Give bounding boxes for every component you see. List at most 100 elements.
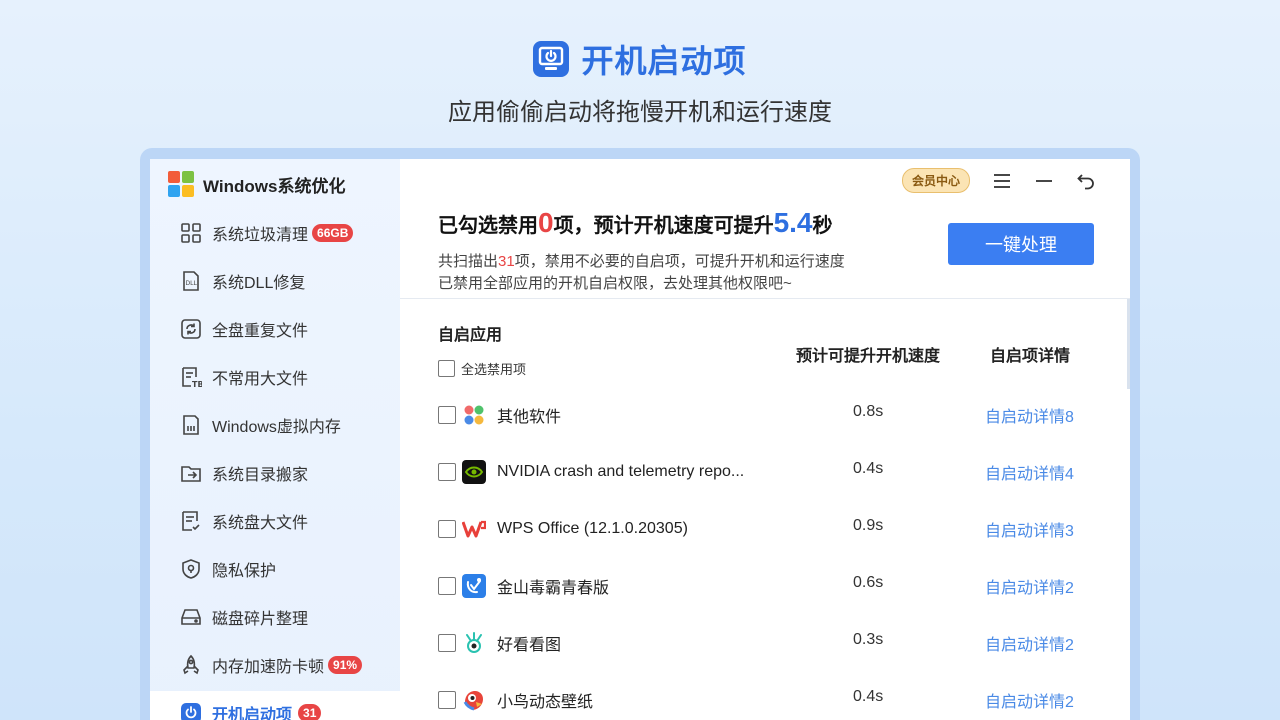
app-name: 金山毒霸青春版 xyxy=(497,580,610,597)
sidebar-item-duplicate-files[interactable]: 全盘重复文件 xyxy=(150,307,400,351)
headline-prefix: 已勾选禁用 xyxy=(438,215,538,237)
menu-icon[interactable] xyxy=(992,171,1012,191)
power-monitor-icon xyxy=(533,41,570,77)
sidebar-item-dll-repair[interactable]: DLL 系统DLL修复 xyxy=(150,259,400,303)
row-checkbox[interactable] xyxy=(438,406,456,424)
sidebar-item-startup[interactable]: 开机启动项 31 xyxy=(150,691,400,720)
speed-value: 0.8s xyxy=(853,403,884,420)
sidebar-item-junk-clean[interactable]: 系统垃圾清理 66GB xyxy=(150,211,400,255)
main-panel: 会员中心 已勾选禁用 0 项，预计开机速度可提升 5.4 秒 共扫描出31项，禁… xyxy=(400,159,1130,720)
hero-subtitle: 应用偷偷启动将拖慢开机和运行速度 xyxy=(448,99,832,126)
vip-center-button[interactable]: 会员中心 xyxy=(901,168,970,193)
brand: Windows系统优化 xyxy=(168,171,345,197)
shield-icon xyxy=(180,558,202,580)
apps-grid-icon xyxy=(462,403,486,427)
grid-icon xyxy=(180,222,202,244)
table-row: 好看看图 0.3s 自启动详情2 xyxy=(438,623,1098,663)
sidebar-item-label: 系统垃圾清理 xyxy=(212,227,309,244)
sidebar-item-directory-move[interactable]: 系统目录搬家 xyxy=(150,451,400,495)
row-checkbox[interactable] xyxy=(438,463,456,481)
bird-wallpaper-icon xyxy=(462,688,486,712)
wps-icon xyxy=(462,517,486,541)
column-header-detail: 自启项详情 xyxy=(990,348,1071,365)
speed-value: 0.9s xyxy=(853,517,884,534)
detail-link[interactable]: 自启动详情4 xyxy=(985,460,1074,484)
detail-link[interactable]: 自启动详情8 xyxy=(985,403,1074,427)
detail-link[interactable]: 自启动详情2 xyxy=(985,631,1074,655)
speedup-value: 5.4 xyxy=(773,207,813,238)
row-checkbox[interactable] xyxy=(438,520,456,538)
divider xyxy=(400,298,1130,299)
window-controls: 会员中心 xyxy=(901,168,1096,193)
headline-middle: 项，预计开机速度可提升 xyxy=(553,215,774,237)
detail-link[interactable]: 自启动详情3 xyxy=(985,517,1074,541)
percent-badge: 91% xyxy=(328,656,363,674)
back-icon[interactable] xyxy=(1076,171,1096,191)
windows-logo-icon xyxy=(168,171,194,197)
app-name: 其他软件 xyxy=(497,409,562,426)
app-name: 好看看图 xyxy=(497,637,562,654)
scan-prefix: 共扫描出 xyxy=(438,253,499,270)
document-list-icon xyxy=(180,510,202,532)
scan-suffix: 项，禁用不必要的自启项，可提升开机和运行速度 xyxy=(514,253,845,270)
permission-line: 已禁用全部应用的开机自启权限，去处理其他权限吧~ xyxy=(438,275,792,292)
column-title-apps: 自启应用 xyxy=(438,327,503,344)
minimize-icon[interactable] xyxy=(1034,171,1054,191)
size-badge: 66GB xyxy=(312,224,354,242)
sidebar-item-system-disk-files[interactable]: 系统盘大文件 xyxy=(150,499,400,543)
detail-link[interactable]: 自启动详情2 xyxy=(985,574,1074,598)
app-name: 小鸟动态壁纸 xyxy=(497,694,594,711)
summary-description: 共扫描出31项，禁用不必要的自启项，可提升开机和运行速度 已禁用全部应用的开机自… xyxy=(438,251,845,295)
sidebar-item-large-files[interactable]: TB 不常用大文件 xyxy=(150,355,400,399)
row-checkbox[interactable] xyxy=(438,577,456,595)
one-key-process-button[interactable]: 一键处理 xyxy=(948,223,1094,265)
svg-text:DLL: DLL xyxy=(186,280,198,287)
nvidia-icon xyxy=(462,460,486,484)
sidebar-item-label: 隐私保护 xyxy=(212,563,277,580)
rocket-icon xyxy=(180,654,202,676)
sidebar-item-privacy[interactable]: 隐私保护 xyxy=(150,547,400,591)
sidebar-item-label: 磁盘碎片整理 xyxy=(212,611,309,628)
sidebar-item-label: 开机启动项 xyxy=(212,707,293,720)
memory-card-icon xyxy=(180,414,202,436)
sidebar-item-label: 不常用大文件 xyxy=(212,371,309,388)
scan-result-line: 共扫描出31项，禁用不必要的自启项，可提升开机和运行速度 xyxy=(438,251,845,273)
select-all-checkbox[interactable] xyxy=(438,360,455,377)
count-badge: 31 xyxy=(298,704,322,720)
row-checkbox[interactable] xyxy=(438,691,456,709)
select-all[interactable]: 全选禁用项 xyxy=(438,359,526,378)
scan-count: 31 xyxy=(498,253,515,270)
folder-move-icon xyxy=(180,462,202,484)
dll-file-icon: DLL xyxy=(180,270,202,292)
selected-count: 0 xyxy=(538,207,554,238)
hero-title-text: 开机启动项 xyxy=(581,43,747,79)
disk-icon xyxy=(180,606,202,628)
row-checkbox[interactable] xyxy=(438,634,456,652)
app-name: NVIDIA crash and telemetry repo... xyxy=(497,463,745,480)
sidebar-item-label: 系统DLL修复 xyxy=(212,275,306,292)
sidebar-item-label: 内存加速防卡顿 xyxy=(212,659,325,676)
sidebar-item-memory-boost[interactable]: 内存加速防卡顿 91% xyxy=(150,643,400,687)
sidebar-item-defrag[interactable]: 磁盘碎片整理 xyxy=(150,595,400,639)
tb-file-icon: TB xyxy=(180,366,202,388)
sidebar-item-label: 全盘重复文件 xyxy=(212,323,309,340)
hero-title: 开机启动项 xyxy=(0,36,1280,82)
speed-value: 0.4s xyxy=(853,688,884,705)
app-name: WPS Office (12.1.0.20305) xyxy=(497,520,688,537)
svg-text:TB: TB xyxy=(192,380,202,388)
headline-suffix: 秒 xyxy=(812,215,833,237)
summary-headline: 已勾选禁用 0 项，预计开机速度可提升 5.4 秒 xyxy=(438,207,833,239)
brand-name: Windows系统优化 xyxy=(203,176,346,196)
refresh-icon xyxy=(180,318,202,340)
table-row: NVIDIA crash and telemetry repo... 0.4s … xyxy=(438,452,1098,492)
speed-value: 0.4s xyxy=(853,460,884,477)
sidebar-item-virtual-memory[interactable]: Windows虚拟内存 xyxy=(150,403,400,447)
eye-viewer-icon xyxy=(462,631,486,655)
sidebar-item-label: Windows虚拟内存 xyxy=(212,419,341,436)
scrollbar[interactable] xyxy=(1127,299,1130,389)
table-row: 小鸟动态壁纸 0.4s 自启动详情2 xyxy=(438,680,1098,720)
select-all-label: 全选禁用项 xyxy=(461,362,527,377)
column-header-speed: 预计可提升开机速度 xyxy=(796,348,941,365)
speed-value: 0.6s xyxy=(853,574,884,591)
detail-link[interactable]: 自启动详情2 xyxy=(985,688,1074,712)
